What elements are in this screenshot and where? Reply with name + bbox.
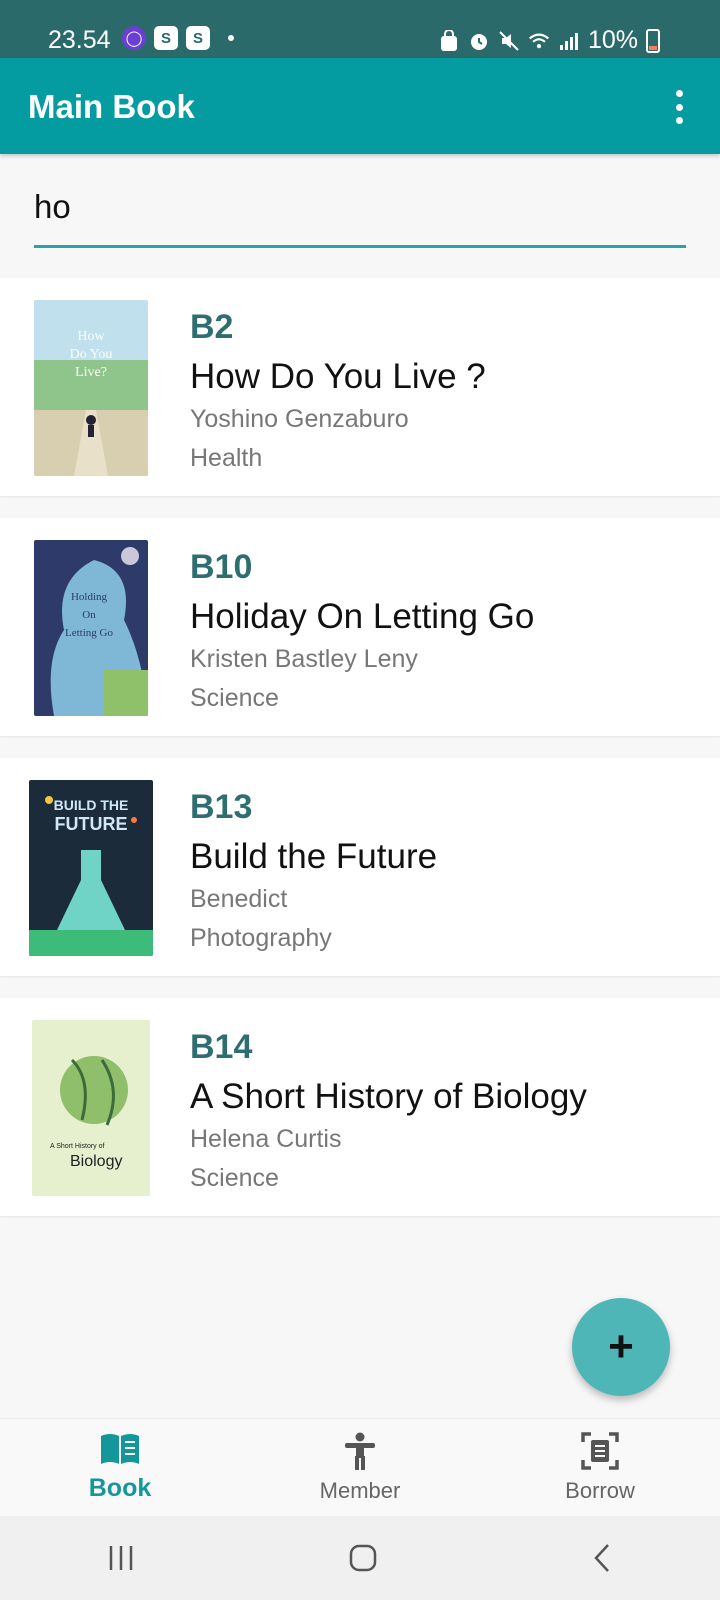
nav-label-book: Book: [88, 1474, 152, 1502]
battery-icon: [646, 28, 660, 53]
svg-text:BUILD THE: BUILD THE: [54, 797, 129, 813]
search-field[interactable]: [34, 188, 686, 248]
screen-lock-icon: [438, 29, 460, 52]
svg-text:Letting Go: Letting Go: [65, 627, 113, 639]
bottom-navigation: Book Member Borrow: [0, 1418, 720, 1516]
book-title: Holiday On Letting Go: [190, 597, 535, 636]
status-bar: 23.54 ◯ S S 10%: [0, 0, 720, 58]
battery-percent: 10%: [587, 26, 638, 54]
nav-item-member[interactable]: Member: [240, 1419, 480, 1516]
page-title: Main Book: [28, 88, 195, 125]
svg-text:FUTURE: FUTURE: [55, 814, 128, 834]
svg-text:Holding: Holding: [71, 591, 108, 603]
status-time: 23.54: [48, 26, 111, 54]
svg-text:How: How: [77, 329, 105, 344]
nav-item-book[interactable]: Book: [0, 1419, 240, 1516]
book-cover-image: A Short History of Biology: [32, 1020, 150, 1196]
onedrive-icon: ◯: [122, 26, 146, 50]
book-category: Health: [190, 444, 263, 472]
book-category: Photography: [190, 924, 332, 952]
book-list: How Do You Live? B2 How Do You Live ? Yo…: [0, 278, 720, 1238]
book-code: B13: [190, 788, 253, 826]
book-cover-image: Holding On Letting Go: [34, 540, 148, 716]
system-navigation-bar: [0, 1516, 720, 1600]
app-bar: Main Book: [0, 58, 720, 154]
book-author: Benedict: [190, 885, 288, 913]
book-title: A Short History of Biology: [190, 1077, 587, 1116]
recent-apps-icon[interactable]: [106, 1544, 136, 1572]
search-input[interactable]: [34, 188, 686, 226]
book-cover-image: How Do You Live?: [34, 300, 148, 476]
book-code: B14: [190, 1028, 253, 1066]
book-card-b10[interactable]: Holding On Letting Go B10 Holiday On Let…: [0, 518, 720, 736]
svg-text:Do You: Do You: [70, 347, 113, 362]
signal-icon: [558, 30, 580, 52]
book-card-b13[interactable]: BUILD THE FUTURE B13 Build the Future Be…: [0, 758, 720, 976]
back-icon[interactable]: [590, 1543, 614, 1573]
book-code: B10: [190, 548, 253, 586]
book-title: Build the Future: [190, 837, 438, 876]
book-card-b2[interactable]: How Do You Live? B2 How Do You Live ? Yo…: [0, 278, 720, 496]
shopee-icon: S: [154, 26, 178, 50]
more-vert-icon[interactable]: [664, 90, 694, 124]
book-category: Science: [190, 684, 279, 712]
shopee-icon: S: [186, 26, 210, 50]
plus-icon: +: [608, 1322, 634, 1371]
nav-item-borrow[interactable]: Borrow: [480, 1419, 720, 1516]
mute-icon: [498, 30, 520, 52]
add-book-button[interactable]: +: [572, 1298, 670, 1396]
svg-text:Live?: Live?: [75, 365, 107, 380]
book-open-icon: [101, 1434, 139, 1464]
book-title: How Do You Live ?: [190, 357, 486, 396]
book-category: Science: [190, 1164, 279, 1192]
home-icon[interactable]: [348, 1543, 378, 1573]
book-card-b14[interactable]: A Short History of Biology B14 A Short H…: [0, 998, 720, 1216]
alarm-icon: [468, 30, 490, 52]
notification-dot: [228, 35, 234, 41]
scan-document-icon: [581, 1431, 619, 1470]
book-author: Kristen Bastley Leny: [190, 645, 418, 673]
svg-text:Biology: Biology: [70, 1153, 122, 1170]
wifi-icon: [528, 30, 550, 52]
svg-text:A Short History of: A Short History of: [50, 1143, 105, 1150]
svg-text:On: On: [82, 609, 96, 621]
book-code: B2: [190, 308, 234, 346]
nav-label-member: Member: [319, 1477, 401, 1503]
book-author: Yoshino Genzaburo: [190, 405, 409, 433]
book-cover-image: BUILD THE FUTURE: [29, 780, 153, 956]
person-icon: [345, 1432, 375, 1470]
book-author: Helena Curtis: [190, 1125, 342, 1153]
nav-label-borrow: Borrow: [565, 1477, 635, 1503]
